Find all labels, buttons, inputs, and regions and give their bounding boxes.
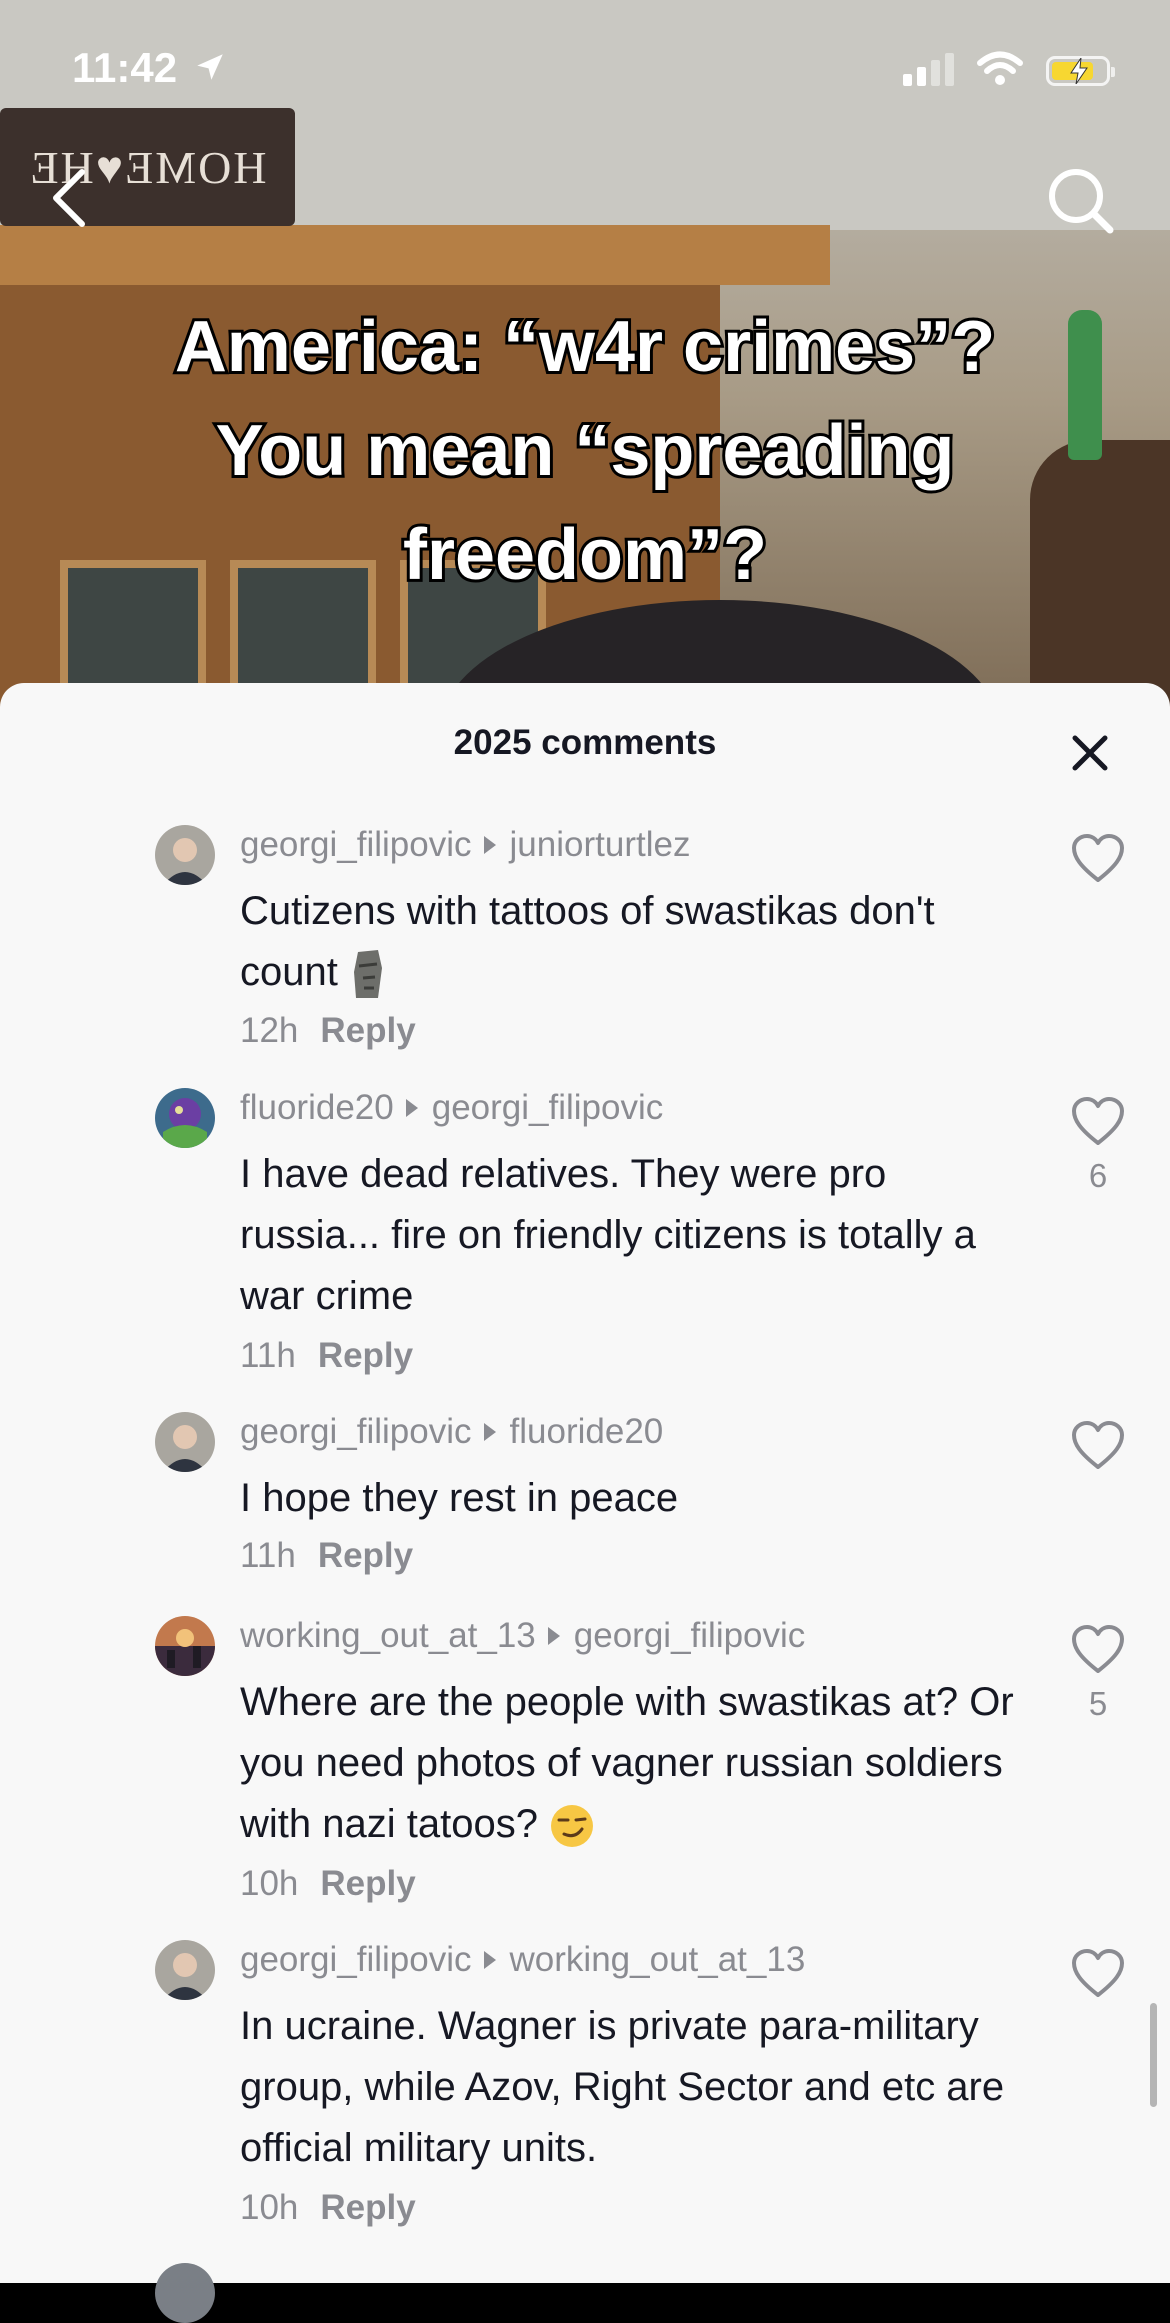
like-button[interactable]: 5: [1068, 1624, 1128, 1723]
reply-arrow-icon: [483, 1951, 496, 1969]
reply-arrow-icon: [483, 1423, 496, 1441]
avatar[interactable]: [155, 1412, 215, 1472]
comments-scrollbar[interactable]: [1150, 2003, 1157, 2107]
comments-sheet: 2025 comments georgi_filipovic juniortur…: [0, 683, 1170, 2283]
location-arrow-icon: [197, 54, 223, 80]
comment-text: Cutizens with tattoos of swastikas don't…: [240, 881, 1030, 1003]
caption-line: America: “w4r crimes”?: [172, 304, 998, 390]
comment-username[interactable]: working_out_at_13: [240, 1616, 536, 1656]
reply-to-username[interactable]: working_out_at_13: [510, 1940, 806, 1980]
reply-arrow-icon: [483, 836, 496, 854]
avatar[interactable]: [155, 825, 215, 885]
comment-usernames: fluoride20 georgi_filipovic: [240, 1088, 663, 1128]
reply-to-username[interactable]: georgi_filipovic: [432, 1088, 664, 1128]
heart-icon: [1072, 1421, 1124, 1469]
comment-time: 11h: [240, 1336, 296, 1375]
reply-arrow-icon: [547, 1627, 560, 1645]
status-icons: [903, 50, 1115, 86]
video-background[interactable]: HOME♥HE America: “w4r crimes”? You mean …: [0, 0, 1170, 720]
like-button[interactable]: [1068, 1948, 1128, 2009]
comment-text: In ucraine. Wagner is private para-milit…: [240, 2004, 1005, 2170]
reply-button[interactable]: Reply: [318, 1336, 413, 1376]
comment-text: I have dead relatives. They were pro rus…: [240, 1152, 976, 1318]
caption-line: freedom”?: [400, 512, 770, 598]
comment-username[interactable]: georgi_filipovic: [240, 1412, 472, 1452]
chevron-left-icon: [53, 169, 85, 227]
comment-usernames: georgi_filipovic working_out_at_13: [240, 1940, 805, 1980]
caption-line: You mean “spreading: [213, 408, 958, 494]
close-icon: [1072, 735, 1108, 771]
heart-icon: [1072, 1625, 1124, 1673]
search-button[interactable]: [1040, 160, 1120, 240]
comment-username[interactable]: georgi_filipovic: [240, 825, 472, 865]
heart-icon: [1072, 1949, 1124, 1997]
comment-usernames: georgi_filipovic fluoride20: [240, 1412, 663, 1452]
reply-to-username[interactable]: georgi_filipovic: [574, 1616, 806, 1656]
avatar[interactable]: [155, 1940, 215, 2000]
video-caption: America: “w4r crimes”? You mean “spreadi…: [100, 295, 1070, 607]
moai-emoji-icon: [353, 950, 382, 999]
battery-icon: [1046, 56, 1115, 86]
comment-time: 10h: [240, 1864, 299, 1903]
comment-meta: 11h Reply: [240, 1536, 413, 1576]
comment-meta: 11h Reply: [240, 1336, 413, 1376]
comment-body: Cutizens with tattoos of swastikas don't…: [240, 889, 935, 994]
wifi-icon: [977, 51, 1023, 85]
comment-meta: 12h Reply: [240, 1011, 416, 1051]
comment-text: Where are the people with swastikas at? …: [240, 1672, 1030, 1855]
like-button[interactable]: [1068, 1420, 1128, 1481]
search-icon: [1049, 169, 1114, 234]
like-count: 6: [1088, 1157, 1108, 1194]
reply-button[interactable]: Reply: [318, 1536, 413, 1576]
reply-arrow-icon: [405, 1099, 418, 1117]
reply-button[interactable]: Reply: [320, 1011, 415, 1051]
smirk-emoji-icon: [551, 1805, 594, 1848]
door-frame: [0, 225, 830, 285]
avatar[interactable]: [155, 2263, 215, 2323]
comment-usernames: working_out_at_13 georgi_filipovic: [240, 1616, 805, 1656]
like-count: 5: [1088, 1685, 1108, 1722]
comment-time: 10h: [240, 2188, 299, 2227]
comment-time: 12h: [240, 1011, 299, 1050]
back-button[interactable]: [40, 158, 100, 238]
reply-button[interactable]: Reply: [320, 2188, 415, 2228]
comments-count-title: 2025 comments: [453, 723, 717, 762]
heart-icon: [1072, 834, 1124, 882]
clock: 11:42: [72, 44, 178, 91]
comment-usernames: georgi_filipovic juniorturtlez: [240, 825, 690, 865]
comment-time: 11h: [240, 1536, 296, 1575]
close-comments-button[interactable]: [1050, 713, 1130, 793]
reply-to-username[interactable]: juniorturtlez: [510, 825, 691, 865]
comment-meta: 10h Reply: [240, 2188, 416, 2228]
comment-text: I hope they rest in peace: [240, 1476, 679, 1520]
like-button[interactable]: [1068, 833, 1128, 894]
comment-body: Where are the people with swastikas at? …: [240, 1680, 1014, 1846]
charging-bolt-icon: [1070, 58, 1088, 84]
comment-username[interactable]: fluoride20: [240, 1088, 394, 1128]
avatar[interactable]: [155, 1088, 215, 1148]
cellular-signal-icon: [903, 52, 954, 86]
comment-meta: 10h Reply: [240, 1864, 416, 1904]
reply-to-username[interactable]: fluoride20: [510, 1412, 664, 1452]
green-bottle: [1068, 310, 1102, 460]
heart-icon: [1072, 1097, 1124, 1145]
comment-username[interactable]: georgi_filipovic: [240, 1940, 472, 1980]
avatar[interactable]: [155, 1616, 215, 1676]
like-button[interactable]: 6: [1068, 1096, 1128, 1195]
reply-button[interactable]: Reply: [320, 1864, 415, 1904]
status-time: 11:42: [72, 44, 227, 92]
